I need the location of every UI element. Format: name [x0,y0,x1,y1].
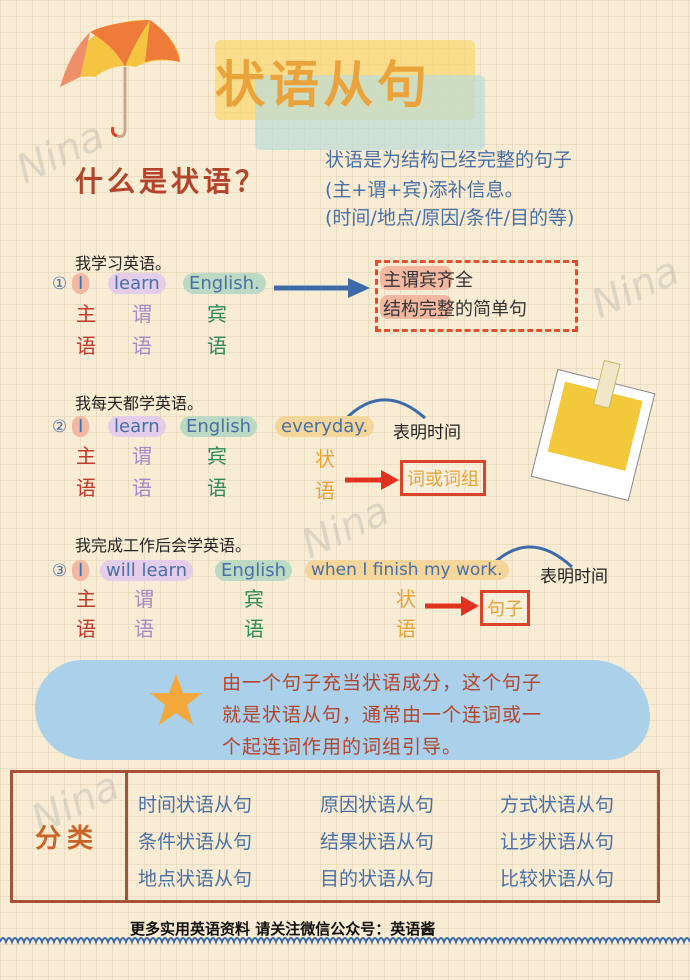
word-object: English [215,560,292,581]
star-icon [150,674,202,725]
role-label: 语 [207,334,227,358]
watermark: Nina [294,487,397,569]
wavy-divider [0,937,690,945]
word-subject: I [72,416,90,437]
role-label: 宾 [207,302,227,326]
result-box: 句子 [480,590,530,626]
example-chinese: 我学习英语。 [75,254,172,273]
classification-item: 原因状语从句 [320,794,435,816]
word-adverbial: when I finish my work. [305,560,509,580]
note-label: 表明时间 [393,423,461,443]
cloud-text-line: 由一个句子充当状语成分，这个句子 [222,672,543,694]
classification-item: 方式状语从句 [500,794,615,816]
classification-item: 让步状语从句 [500,831,615,853]
word-predicate: learn [108,416,166,437]
word-predicate: will learn [100,560,194,581]
classification-item: 地点状语从句 [138,868,253,890]
role-label: 状 [396,587,416,611]
watermark: Nina [584,247,687,329]
role-label: 语 [396,617,416,641]
arrow-right-icon [425,596,479,616]
cloud-text-line: 个起连词作用的词组引导。 [222,736,463,758]
example-chinese: 我每天都学英语。 [75,394,204,413]
word-predicate: learn [108,273,166,294]
question-heading: 什么是状语？ [75,165,268,198]
role-label: 语 [76,476,96,500]
definition-line: (主+谓+宾)添补信息。 [325,179,524,201]
classification-item: 条件状语从句 [138,831,253,853]
umbrella-icon [60,19,180,138]
role-label: 语 [315,479,335,503]
role-label: 语 [132,334,152,358]
classification-item: 时间状语从句 [138,794,253,816]
word-subject: I [72,273,90,294]
role-label: 语 [76,334,96,358]
example-number: ③ [52,561,68,581]
divider [125,770,128,903]
role-label: 主 [76,302,96,326]
photo-sticker-icon [530,359,656,502]
classification-label: 分类 [35,824,100,854]
cloud-text-line: 就是状语从句，通常由一个连词或一 [222,704,543,726]
classification-item: 结果状语从句 [320,831,435,853]
role-label: 状 [315,447,335,471]
role-label: 谓 [132,444,152,468]
classification-item: 比较状语从句 [500,868,615,890]
example-chinese: 我完成工作后会学英语。 [75,536,252,555]
word-object: English. [183,273,266,294]
result-box: 词或词组 [400,460,486,496]
definition-line: (时间/地点/原因/条件/目的等) [325,207,575,229]
role-label: 语 [134,617,154,641]
role-label: 语 [207,476,227,500]
summary-line: 结构完整的简单句 [383,299,527,320]
role-label: 主 [76,444,96,468]
arrow-right-icon [345,470,399,490]
word-adverbial: everyday. [275,416,375,437]
role-label: 宾 [207,444,227,468]
page-title: 状语从句 [215,56,431,114]
role-label: 谓 [134,587,154,611]
note-label: 表明时间 [540,567,608,587]
role-label: 语 [132,476,152,500]
summary-line: 主谓宾齐全 [383,270,473,291]
arrow-right-icon [274,278,370,298]
word-object: English [180,416,257,437]
example-number: ② [52,417,68,437]
role-label: 语 [244,617,264,641]
role-label: 谓 [132,302,152,326]
word-subject: I [72,560,90,581]
role-label: 主 [76,587,96,611]
definition-line: 状语是为结构已经完整的句子 [325,149,573,171]
example-number: ① [52,274,68,294]
classification-item: 目的状语从句 [320,868,435,890]
role-label: 语 [76,617,96,641]
role-label: 宾 [244,587,264,611]
